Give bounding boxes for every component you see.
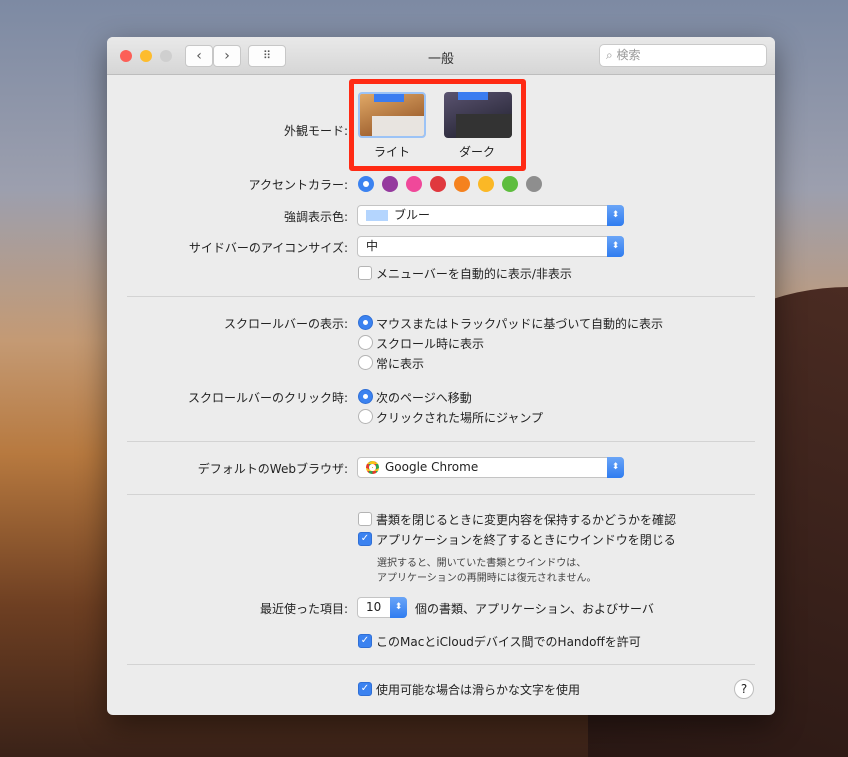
- search-placeholder: 検索: [616, 48, 641, 62]
- light-label: ライト: [374, 145, 411, 159]
- handoff-label: このMacとiCloudデバイス間でのHandoffを許可: [376, 635, 641, 649]
- chevron-updown-icon: ⬍: [607, 236, 624, 257]
- chevron-updown-icon: ⬍: [390, 597, 407, 618]
- close-windows-checkbox[interactable]: ✓: [358, 532, 372, 546]
- close-confirm-checkbox[interactable]: [358, 512, 372, 526]
- divider: [127, 441, 755, 442]
- chevron-updown-icon: ⬍: [607, 457, 624, 478]
- scroll-click-label: スクロールバーのクリック時:: [187, 391, 348, 405]
- appearance-dark-option[interactable]: [444, 92, 512, 138]
- sidebar-size-label: サイドバーのアイコンサイズ:: [188, 241, 348, 255]
- scroll-always-label: 常に表示: [376, 357, 425, 371]
- close-windows-label: アプリケーションを終了するときにウインドウを閉じる: [376, 533, 676, 547]
- accent-blue[interactable]: [358, 176, 374, 192]
- divider: [127, 494, 755, 495]
- recent-value: 10: [366, 600, 382, 614]
- appearance-label: 外観モード:: [283, 124, 348, 138]
- smooth-font-checkbox[interactable]: ✓: [358, 682, 372, 696]
- browser-label: デフォルトのWebブラウザ:: [197, 462, 348, 476]
- divider: [127, 296, 755, 297]
- accent-yellow[interactable]: [478, 176, 494, 192]
- accent-green[interactable]: [502, 176, 518, 192]
- recent-label: 最近使った項目:: [259, 602, 348, 616]
- jump-label: クリックされた場所にジャンプ: [376, 411, 544, 425]
- accent-orange[interactable]: [454, 176, 470, 192]
- divider: [127, 664, 755, 665]
- close-windows-note: 選択すると、開いていた書類とウインドウは、: [377, 558, 587, 569]
- next-page-radio[interactable]: [358, 389, 373, 404]
- preferences-window: ‹ › ⠿ 一般 ⌕ 検索 外観モード: ライト ダーク アクセントカラー: 強…: [107, 37, 775, 715]
- highlight-label: 強調表示色:: [283, 210, 348, 224]
- close-windows-note: アプリケーションの再開時には復元されません。: [377, 573, 597, 584]
- search-icon: ⌕: [606, 48, 617, 62]
- scroll-auto-radio[interactable]: [358, 315, 373, 330]
- chrome-icon: [366, 461, 379, 474]
- highlight-select[interactable]: ブルー ⬍: [357, 205, 624, 226]
- scroll-show-label: スクロールバーの表示:: [223, 317, 348, 331]
- sidebar-size-select[interactable]: 中 ⬍: [357, 236, 624, 257]
- accent-purple[interactable]: [382, 176, 398, 192]
- next-page-label: 次のページへ移動: [376, 391, 472, 405]
- menubar-checkbox[interactable]: [358, 266, 372, 280]
- titlebar: ‹ › ⠿ 一般 ⌕ 検索: [107, 37, 775, 75]
- accent-graphite[interactable]: [526, 176, 542, 192]
- scroll-when-scrolling-label: スクロール時に表示: [376, 337, 485, 351]
- handoff-checkbox[interactable]: ✓: [358, 634, 372, 648]
- jump-radio[interactable]: [358, 409, 373, 424]
- sidebar-size-value: 中: [366, 239, 379, 253]
- help-button[interactable]: ?: [734, 679, 754, 699]
- accent-label: アクセントカラー:: [248, 178, 348, 192]
- recent-suffix: 個の書類、アプリケーション、およびサーバ: [415, 602, 654, 616]
- smooth-font-label: 使用可能な場合は滑らかな文字を使用: [376, 683, 581, 697]
- browser-value: Google Chrome: [385, 460, 479, 474]
- search-input[interactable]: ⌕ 検索: [599, 44, 767, 67]
- scroll-when-scrolling-radio[interactable]: [358, 335, 373, 350]
- scroll-auto-label: マウスまたはトラックパッドに基づいて自動的に表示: [376, 317, 664, 331]
- menubar-label: メニューバーを自動的に表示/非表示: [376, 267, 572, 281]
- browser-select[interactable]: Google Chrome ⬍: [357, 457, 624, 478]
- highlight-value: ブルー: [394, 208, 431, 222]
- close-confirm-label: 書類を閉じるときに変更内容を保持するかどうかを確認: [376, 513, 677, 527]
- dark-label: ダーク: [459, 145, 496, 159]
- chevron-updown-icon: ⬍: [607, 205, 624, 226]
- accent-pink[interactable]: [406, 176, 422, 192]
- color-swatch: [366, 210, 388, 221]
- recent-stepper[interactable]: 10 ⬍: [357, 597, 407, 618]
- accent-red[interactable]: [430, 176, 446, 192]
- scroll-always-radio[interactable]: [358, 355, 373, 370]
- appearance-light-option[interactable]: [358, 92, 426, 138]
